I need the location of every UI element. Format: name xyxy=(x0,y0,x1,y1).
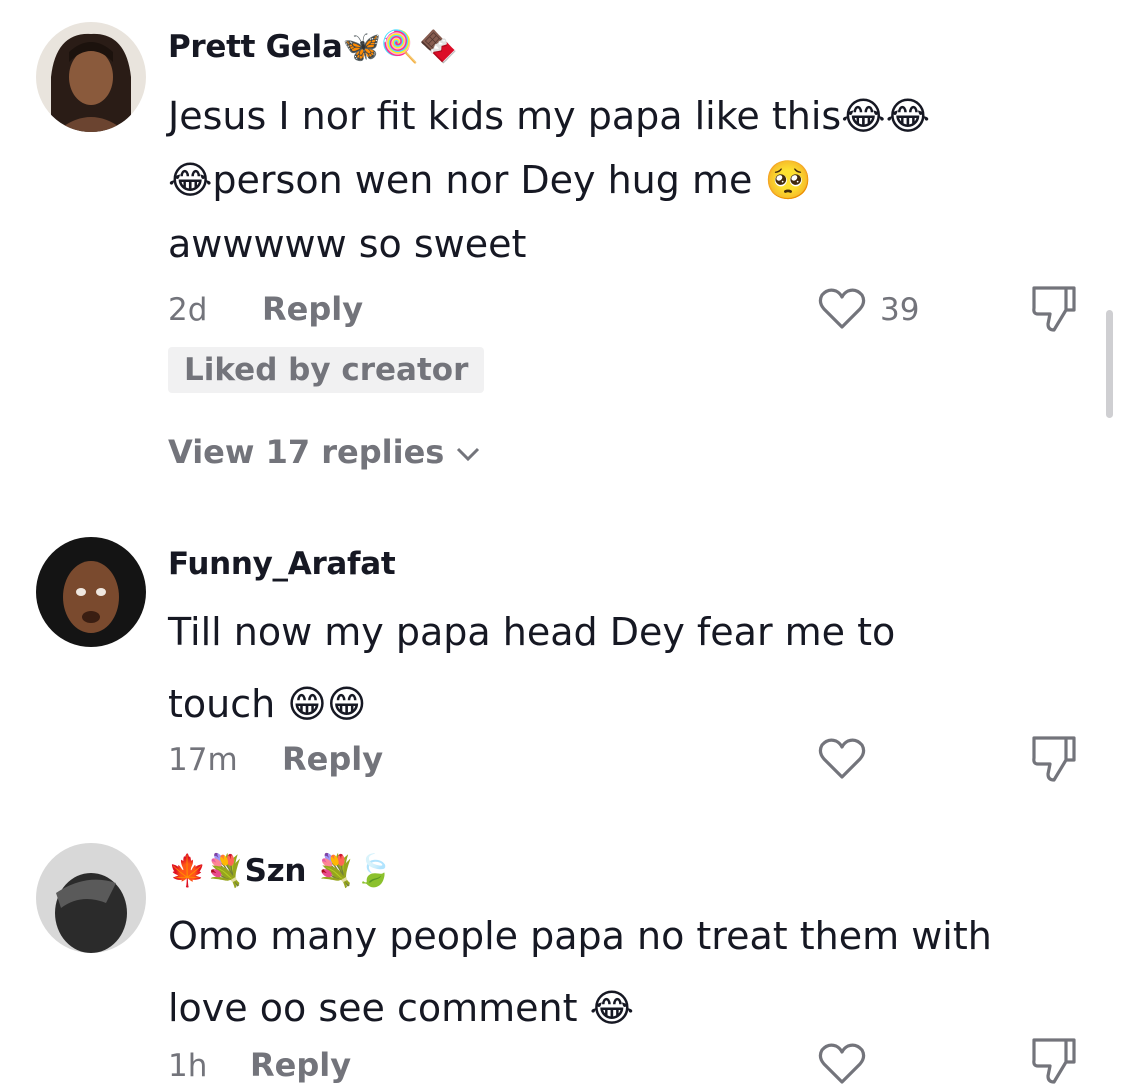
comment-text: Jesus I nor fit kids my papa like this😂😂… xyxy=(168,84,1068,276)
comment-text-line: Till now my papa head Dey fear me to xyxy=(168,610,896,654)
heart-outline-icon[interactable] xyxy=(818,737,866,781)
reply-button[interactable]: Reply xyxy=(250,1046,351,1084)
liked-by-creator-badge: Liked by creator xyxy=(168,347,485,393)
heart-outline-icon[interactable] xyxy=(818,287,866,331)
comment-timestamp: 2d xyxy=(168,292,208,328)
comment-username[interactable]: 🍁💐Szn 💐🍃 xyxy=(168,852,394,889)
comment-username[interactable]: Funny_Arafat xyxy=(168,546,396,582)
scrollbar[interactable] xyxy=(1106,310,1113,418)
comment-text-line: 😂person wen nor Dey hug me 🥺 xyxy=(168,158,812,202)
reply-button[interactable]: Reply xyxy=(262,290,363,328)
view-replies-button[interactable]: View 17 replies xyxy=(168,433,481,471)
comment-timestamp: 1h xyxy=(168,1048,208,1084)
comment-text-line: awwwww so sweet xyxy=(168,222,527,266)
avatar[interactable] xyxy=(36,22,146,132)
comment-text: Till now my papa head Dey fear me to tou… xyxy=(168,596,1068,740)
comment-username[interactable]: Prett Gela🦋🍭🍫 xyxy=(168,28,458,65)
reply-button[interactable]: Reply xyxy=(282,740,383,778)
view-replies-label: View 17 replies xyxy=(168,433,445,471)
thumbs-down-icon[interactable] xyxy=(1030,1036,1078,1088)
comment-text-line: Omo many people papa no treat them with xyxy=(168,914,992,958)
comment-text-line: touch 😁😁 xyxy=(168,682,367,726)
comment-text-line: love oo see comment 😂 xyxy=(168,986,634,1030)
thumbs-down-icon[interactable] xyxy=(1030,284,1078,336)
comment-text: Omo many people papa no treat them with … xyxy=(168,900,1068,1044)
like-count: 39 xyxy=(880,292,920,328)
heart-outline-icon[interactable] xyxy=(818,1042,866,1086)
chevron-down-icon xyxy=(457,447,480,462)
thumbs-down-icon[interactable] xyxy=(1030,734,1078,786)
comment-text-line: Jesus I nor fit kids my papa like this😂😂 xyxy=(168,94,930,138)
avatar[interactable] xyxy=(36,843,146,953)
comment-timestamp: 17m xyxy=(168,742,238,778)
avatar[interactable] xyxy=(36,537,146,647)
